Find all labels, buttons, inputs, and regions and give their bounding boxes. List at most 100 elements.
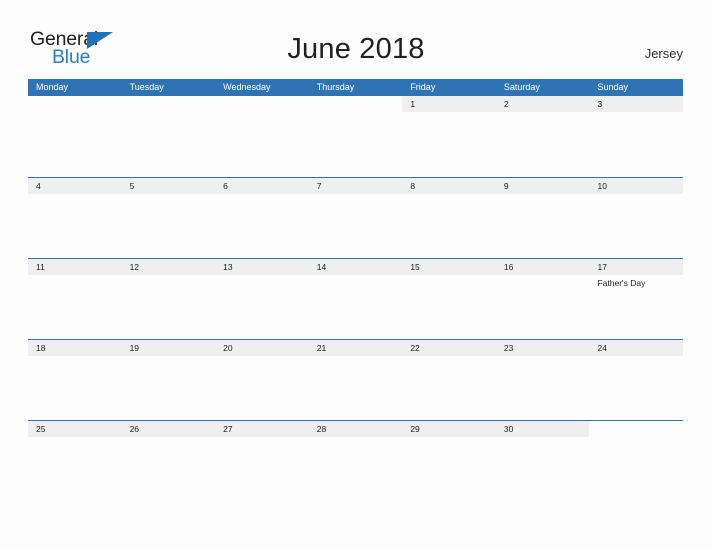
day-number-band: 6 <box>215 178 309 194</box>
calendar-day-cell[interactable]: 3 <box>589 96 684 177</box>
calendar-day-cell-empty <box>28 96 122 177</box>
day-number: 17 <box>597 262 607 272</box>
day-number-band: 2 <box>495 96 590 112</box>
calendar-day-cell[interactable]: 18 <box>28 340 122 420</box>
calendar-event[interactable]: Father's Day <box>597 278 683 289</box>
calendar-day-cell[interactable]: 28 <box>308 421 403 501</box>
calendar-day-cell[interactable]: 24 <box>589 340 684 420</box>
day-number: 8 <box>410 181 416 191</box>
day-number-band: 17 <box>589 259 684 275</box>
day-number-band: 13 <box>215 259 309 275</box>
page-header: General Blue June 2018 Jersey <box>0 0 712 79</box>
day-number-band: 24 <box>589 340 684 356</box>
day-number-band: 3 <box>589 96 684 112</box>
region-label: Jersey <box>644 46 683 61</box>
day-number: 1 <box>410 99 416 109</box>
day-number-band: 9 <box>495 178 590 194</box>
weekday-header-row: Monday Tuesday Wednesday Thursday Friday… <box>28 79 683 96</box>
calendar-day-cell[interactable]: 20 <box>215 340 309 420</box>
calendar-day-cell[interactable]: 25 <box>28 421 122 501</box>
day-number: 10 <box>597 181 607 191</box>
day-number-band: 21 <box>308 340 403 356</box>
day-number: 14 <box>316 262 327 272</box>
day-events: Father's Day <box>589 275 683 289</box>
day-number-band: 23 <box>495 340 590 356</box>
calendar-day-cell[interactable]: 27 <box>215 421 309 501</box>
day-number-band: 22 <box>402 340 496 356</box>
calendar-week-row: 4 5 6 7 8 9 10 <box>28 177 684 258</box>
day-number: 3 <box>597 99 603 109</box>
weekday-header-friday: Friday <box>410 82 436 92</box>
calendar-day-cell[interactable]: 13 <box>215 259 309 339</box>
day-number: 12 <box>129 262 140 272</box>
calendar-day-cell[interactable]: 1 <box>402 96 496 177</box>
calendar-grid: Monday Tuesday Wednesday Thursday Friday… <box>28 79 684 501</box>
calendar-day-cell[interactable]: 2 <box>495 96 590 177</box>
calendar-day-cell[interactable]: 26 <box>121 421 216 501</box>
calendar-day-cell-empty <box>122 96 216 177</box>
calendar-day-cell[interactable]: 8 <box>402 178 496 258</box>
day-number-band: 27 <box>215 421 309 437</box>
calendar-day-cell[interactable]: 5 <box>121 178 216 258</box>
day-number: 7 <box>316 181 322 191</box>
calendar-day-cell[interactable]: 19 <box>121 340 216 420</box>
day-number: 15 <box>410 262 420 272</box>
day-number-band <box>28 96 122 112</box>
day-number-band: 11 <box>28 259 122 275</box>
day-number: 6 <box>223 181 228 191</box>
weekday-header-saturday: Saturday <box>503 82 540 92</box>
page-title: June 2018 <box>287 33 425 65</box>
calendar-week-row: 25 26 27 28 29 30 <box>28 420 683 501</box>
weekday-header-thursday: Thursday <box>316 82 355 92</box>
calendar-day-cell-empty <box>309 96 403 177</box>
day-number-band: 28 <box>308 421 403 437</box>
weekday-header-wednesday: Wednesday <box>223 82 271 92</box>
day-number: 27 <box>223 424 233 434</box>
day-number-band: 20 <box>215 340 309 356</box>
calendar-day-cell[interactable]: 15 <box>402 259 496 339</box>
day-number-band: 15 <box>402 259 496 275</box>
calendar-day-cell[interactable]: 10 <box>589 178 684 258</box>
calendar-day-cell[interactable]: 23 <box>495 340 590 420</box>
calendar-day-cell[interactable]: 9 <box>495 178 590 258</box>
day-number-band: 1 <box>402 96 496 112</box>
day-number: 25 <box>36 424 46 434</box>
day-number-band: 16 <box>495 259 590 275</box>
day-number: 28 <box>316 424 327 434</box>
day-number-band: 5 <box>121 178 216 194</box>
calendar-day-cell[interactable]: 22 <box>402 340 496 420</box>
calendar-day-cell[interactable]: 6 <box>215 178 309 258</box>
calendar-week-row: 1 2 3 <box>28 96 684 177</box>
calendar-day-cell-empty <box>589 421 683 501</box>
day-number: 13 <box>223 262 233 272</box>
calendar-day-cell[interactable]: 12 <box>121 259 216 339</box>
day-number: 11 <box>36 262 45 272</box>
day-number: 29 <box>410 424 420 434</box>
day-number-band <box>215 96 309 112</box>
calendar-day-cell[interactable]: 14 <box>308 259 403 339</box>
day-number: 26 <box>129 424 140 434</box>
calendar-day-cell[interactable]: 7 <box>308 178 403 258</box>
day-number-band <box>589 421 683 437</box>
calendar-day-cell[interactable]: 11 <box>28 259 122 339</box>
day-number-band: 25 <box>28 421 122 437</box>
calendar-week-row: 18 19 20 21 22 23 24 <box>28 339 684 420</box>
day-number-band: 4 <box>28 178 122 194</box>
day-number-band <box>309 96 403 112</box>
day-number-band: 26 <box>121 421 216 437</box>
day-number-band: 14 <box>308 259 403 275</box>
day-number-band <box>122 96 216 112</box>
calendar-day-cell[interactable]: 21 <box>308 340 403 420</box>
calendar-day-cell[interactable]: 16 <box>495 259 590 339</box>
day-number-band: 7 <box>308 178 403 194</box>
calendar-day-cell[interactable]: 30 <box>495 421 590 501</box>
day-number: 22 <box>410 343 420 353</box>
calendar-day-cell[interactable]: 29 <box>402 421 496 501</box>
weekday-header-sunday: Sunday <box>597 82 628 92</box>
day-number: 20 <box>223 343 233 353</box>
calendar-day-cell[interactable]: 4 <box>28 178 122 258</box>
calendar-day-cell[interactable]: 17 Father's Day <box>589 259 684 339</box>
day-number: 4 <box>36 181 41 191</box>
day-number: 2 <box>503 99 509 109</box>
day-number: 19 <box>129 343 140 353</box>
